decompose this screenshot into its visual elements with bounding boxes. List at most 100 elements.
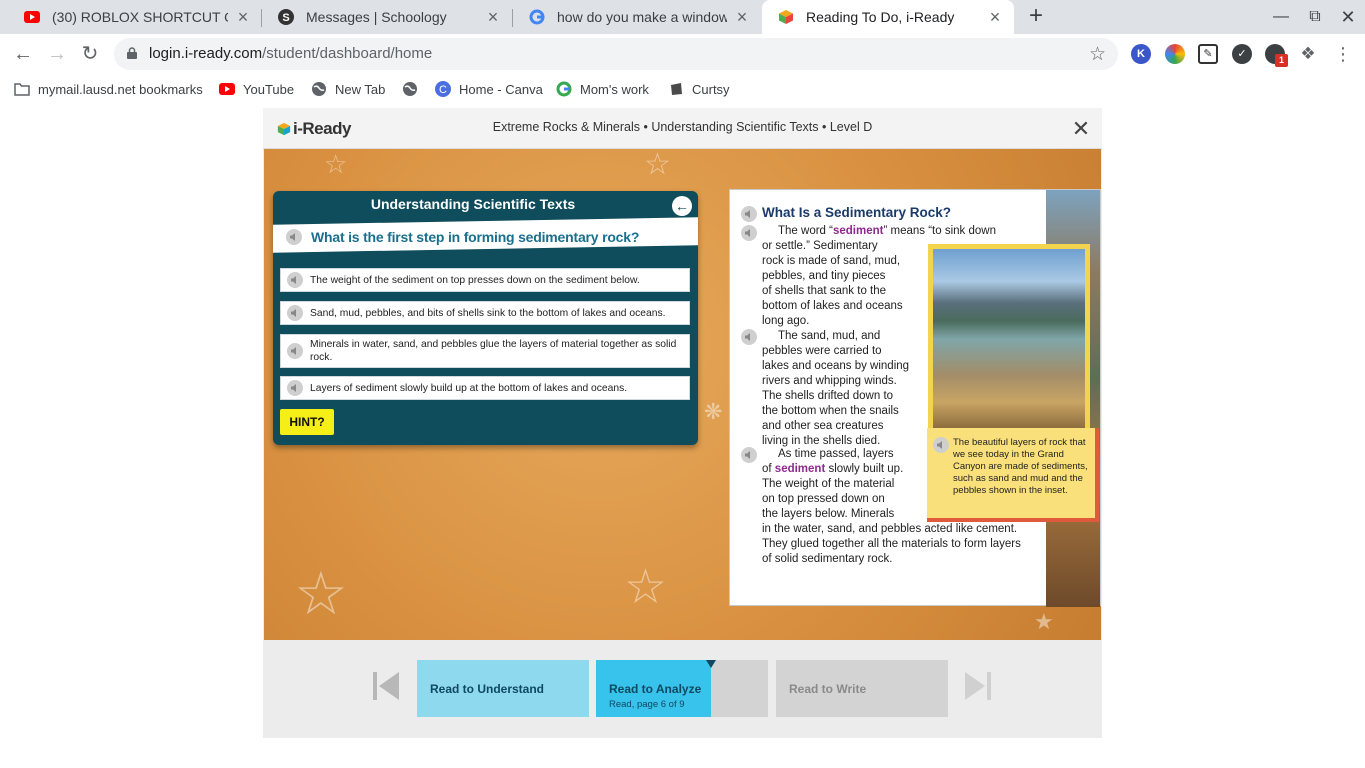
passage-title: What Is a Sedimentary Rock? xyxy=(762,205,952,220)
speaker-icon[interactable] xyxy=(741,225,757,241)
youtube-icon xyxy=(24,9,40,25)
speaker-icon[interactable] xyxy=(741,206,757,222)
speaker-icon[interactable] xyxy=(741,447,757,463)
photo-caption: The beautiful layers of rock that we see… xyxy=(953,437,1088,496)
passage-line: The shells drifted down to xyxy=(762,390,894,402)
answer-option[interactable]: Sand, mud, pebbles, and bits of shells s… xyxy=(280,301,690,325)
passage-line: rock is made of sand, mud, xyxy=(762,255,901,267)
lock-icon xyxy=(127,47,137,59)
passage-line: long ago. xyxy=(762,315,810,327)
tab-schoology[interactable]: S Messages | Schoology × xyxy=(262,0,512,34)
question-panel-title: Understanding Scientific Texts xyxy=(370,196,576,212)
bookmark-curtsy[interactable]: Curtsy xyxy=(668,80,730,98)
speaker-icon[interactable] xyxy=(287,343,303,359)
extension-color-icon[interactable] xyxy=(1165,44,1185,64)
step-label: Read to Write xyxy=(789,682,867,696)
bookmark-globe[interactable] xyxy=(402,80,426,98)
passage-line: or settle.” Sedimentary xyxy=(762,240,878,252)
svg-text:C: C xyxy=(439,84,447,96)
bookmark-youtube[interactable]: YouTube xyxy=(219,80,294,98)
forward-icon[interactable]: → xyxy=(45,42,69,66)
step-read-to-analyze[interactable]: Read to Analyze Read, page 6 of 9 xyxy=(596,660,768,717)
tab-close-icon[interactable]: × xyxy=(484,8,502,26)
extension-notes-icon[interactable]: ✎ xyxy=(1198,44,1218,64)
answer-option[interactable]: The weight of the sediment on top presse… xyxy=(280,268,690,292)
url-text: login.i-ready.com/student/dashboard/home xyxy=(149,45,432,62)
passage-line: The word “sediment” means “to sink down xyxy=(778,224,996,239)
step-read-to-understand[interactable]: Read to Understand xyxy=(417,660,589,717)
extension-badge-icon[interactable]: 1 xyxy=(1265,44,1288,67)
extension-k-icon[interactable]: K xyxy=(1131,44,1151,64)
speaker-icon[interactable] xyxy=(287,305,303,321)
bookmark-lausd[interactable]: mymail.lausd.net bookmarks xyxy=(14,80,203,98)
passage-panel: What Is a Sedimentary Rock? The word “se… xyxy=(729,189,1101,607)
globe-icon xyxy=(311,81,327,97)
extension-shield-icon[interactable]: ✓ xyxy=(1232,44,1252,64)
bookmark-moms-work[interactable]: Mom's work xyxy=(556,80,649,98)
keyword-link[interactable]: sediment xyxy=(775,463,826,475)
tab-close-icon[interactable]: × xyxy=(733,8,751,26)
speaker-icon[interactable] xyxy=(286,229,302,245)
answer-option[interactable]: Layers of sediment slowly build up at th… xyxy=(280,376,690,400)
tab-strip: (30) ROBLOX SHORTCUT OBBY... × S Message… xyxy=(0,0,1365,34)
tab-close-icon[interactable]: × xyxy=(234,8,252,26)
window-close-icon[interactable]: ✕ xyxy=(1337,6,1359,28)
bookmark-label: mymail.lausd.net bookmarks xyxy=(38,81,203,97)
star-decoration-icon: ☆ xyxy=(624,561,668,614)
step-read-to-write[interactable]: Read to Write xyxy=(776,660,948,717)
passage-text: The word “ xyxy=(778,225,833,237)
bookmark-label: Curtsy xyxy=(692,81,730,97)
curtsy-icon xyxy=(668,81,684,97)
bookmark-star-icon[interactable]: ☆ xyxy=(1089,43,1106,66)
passage-line: rivers and whipping winds. xyxy=(762,375,897,387)
back-arrow-icon[interactable]: ← xyxy=(672,196,692,216)
passage-text: of xyxy=(762,463,775,475)
keyword-link[interactable]: sediment xyxy=(833,225,884,237)
skip-back-icon[interactable] xyxy=(371,668,401,704)
skip-forward-icon[interactable] xyxy=(963,668,993,704)
speaker-icon[interactable] xyxy=(287,272,303,288)
tab-google-search[interactable]: how do you make a window in m × xyxy=(513,0,761,34)
bookmark-new-tab[interactable]: New Tab xyxy=(311,80,385,98)
speaker-icon[interactable] xyxy=(741,329,757,345)
tab-title: how do you make a window in m xyxy=(557,9,727,25)
progress-marker-icon xyxy=(706,660,716,668)
passage-line: and other sea creatures xyxy=(762,420,884,432)
passage-line: pebbles, and tiny pieces xyxy=(762,270,886,282)
tab-roblox[interactable]: (30) ROBLOX SHORTCUT OBBY... × xyxy=(8,0,262,34)
passage-line: They glued together all the materials to… xyxy=(762,538,1021,550)
close-lesson-icon[interactable]: ✕ xyxy=(1070,118,1092,140)
speaker-icon[interactable] xyxy=(933,437,949,453)
tab-close-icon[interactable]: × xyxy=(986,8,1004,26)
question-panel: Understanding Scientific Texts ← What is… xyxy=(273,191,698,445)
passage-paragraph-2: The sand, mud, and pebbles were carried … xyxy=(762,329,909,449)
passage-line: pebbles were carried to xyxy=(762,345,882,357)
star-decoration-icon: ☆ xyxy=(294,560,348,627)
new-tab-button[interactable]: + xyxy=(1024,4,1048,29)
lesson-header: i-Ready Extreme Rocks & Minerals • Under… xyxy=(263,108,1102,149)
extension-badge-count: 1 xyxy=(1275,54,1288,67)
iready-icon xyxy=(778,9,794,25)
bookmark-canva[interactable]: C Home - Canva xyxy=(435,80,543,98)
hint-button[interactable]: HINT? xyxy=(280,409,334,435)
lesson-stage: ☆ ☆ ❋ ☆ ☆ ★ Understanding Scientific Tex… xyxy=(264,149,1101,640)
lesson-frame: i-Ready Extreme Rocks & Minerals • Under… xyxy=(263,108,1102,738)
bookmark-label: New Tab xyxy=(335,81,386,97)
google-icon xyxy=(556,81,572,97)
tab-iready[interactable]: Reading To Do, i-Ready × xyxy=(762,0,1014,34)
restore-icon[interactable]: ⧉ xyxy=(1304,6,1326,28)
reload-icon[interactable]: ↻ xyxy=(78,42,102,66)
extensions-puzzle-icon[interactable]: ❖ xyxy=(1298,44,1318,64)
speaker-icon[interactable] xyxy=(287,380,303,396)
svg-text:S: S xyxy=(282,12,289,24)
menu-dots-icon[interactable]: ⋮ xyxy=(1334,42,1352,66)
inset-photo-frame xyxy=(928,244,1090,429)
passage-line: of shells that sank to the xyxy=(762,285,887,297)
step-progress-text: Read, page 6 of 9 xyxy=(609,699,685,710)
answer-option[interactable]: Minerals in water, sand, and pebbles glu… xyxy=(280,334,690,368)
minimize-icon[interactable]: — xyxy=(1270,6,1292,28)
passage-line: in the water, sand, and pebbles acted li… xyxy=(762,523,1018,535)
back-icon[interactable]: ← xyxy=(11,42,35,66)
address-bar[interactable]: login.i-ready.com/student/dashboard/home… xyxy=(114,38,1118,70)
step-label: Read to Analyze xyxy=(609,682,702,696)
